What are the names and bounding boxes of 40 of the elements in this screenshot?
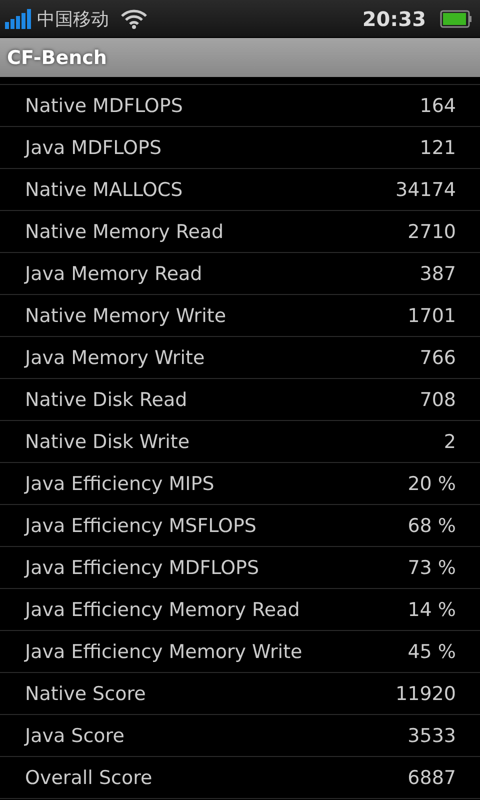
result-value: 11920 bbox=[396, 682, 456, 704]
result-value: 121 bbox=[420, 136, 456, 158]
result-name: Java Efficiency MSFLOPS bbox=[25, 514, 256, 536]
result-name: Native Memory Read bbox=[25, 220, 224, 242]
app-title: CF-Bench bbox=[7, 46, 107, 68]
result-value: 2710 bbox=[408, 220, 456, 242]
result-name: Java Efficiency MIPS bbox=[25, 472, 214, 494]
result-value: 68 % bbox=[408, 514, 456, 536]
battery-icon bbox=[440, 10, 472, 28]
result-name: Java Memory Read bbox=[25, 262, 202, 284]
result-name: Native Disk Write bbox=[25, 430, 190, 452]
result-value: 34174 bbox=[396, 178, 456, 200]
result-value: 14 % bbox=[408, 598, 456, 620]
result-name: Native MALLOCS bbox=[25, 178, 183, 200]
wifi-icon bbox=[121, 8, 147, 28]
result-name: Native MDFLOPS bbox=[25, 94, 183, 116]
result-value: 164 bbox=[420, 94, 456, 116]
signal-icon bbox=[5, 8, 31, 28]
result-name: Java MDFLOPS bbox=[25, 136, 162, 158]
result-name: Java Efficiency MDFLOPS bbox=[25, 556, 260, 578]
result-value: 45 % bbox=[408, 640, 456, 662]
carrier-name: 中国移动 bbox=[37, 8, 109, 30]
result-value: 708 bbox=[420, 388, 456, 410]
result-name: Java Memory Write bbox=[25, 346, 205, 368]
result-value: 73 % bbox=[408, 556, 456, 578]
result-value: 3533 bbox=[408, 724, 456, 746]
result-name: Native Disk Read bbox=[25, 388, 188, 410]
result-name: Overall Score bbox=[25, 766, 152, 788]
result-value: 20 % bbox=[408, 472, 456, 494]
clock: 20:33 bbox=[362, 6, 426, 30]
result-value: 2 bbox=[444, 430, 456, 452]
result-name: Java Score bbox=[25, 724, 124, 746]
result-name: Native Score bbox=[25, 682, 146, 704]
result-name: Native Memory Write bbox=[25, 304, 226, 326]
result-name: Java Efficiency Memory Write bbox=[25, 640, 302, 662]
result-name: Java Efficiency Memory Read bbox=[25, 598, 300, 620]
result-value: 766 bbox=[420, 346, 456, 368]
result-value: 1701 bbox=[408, 304, 456, 326]
result-value: 6887 bbox=[408, 766, 456, 788]
result-value: 387 bbox=[420, 262, 456, 284]
